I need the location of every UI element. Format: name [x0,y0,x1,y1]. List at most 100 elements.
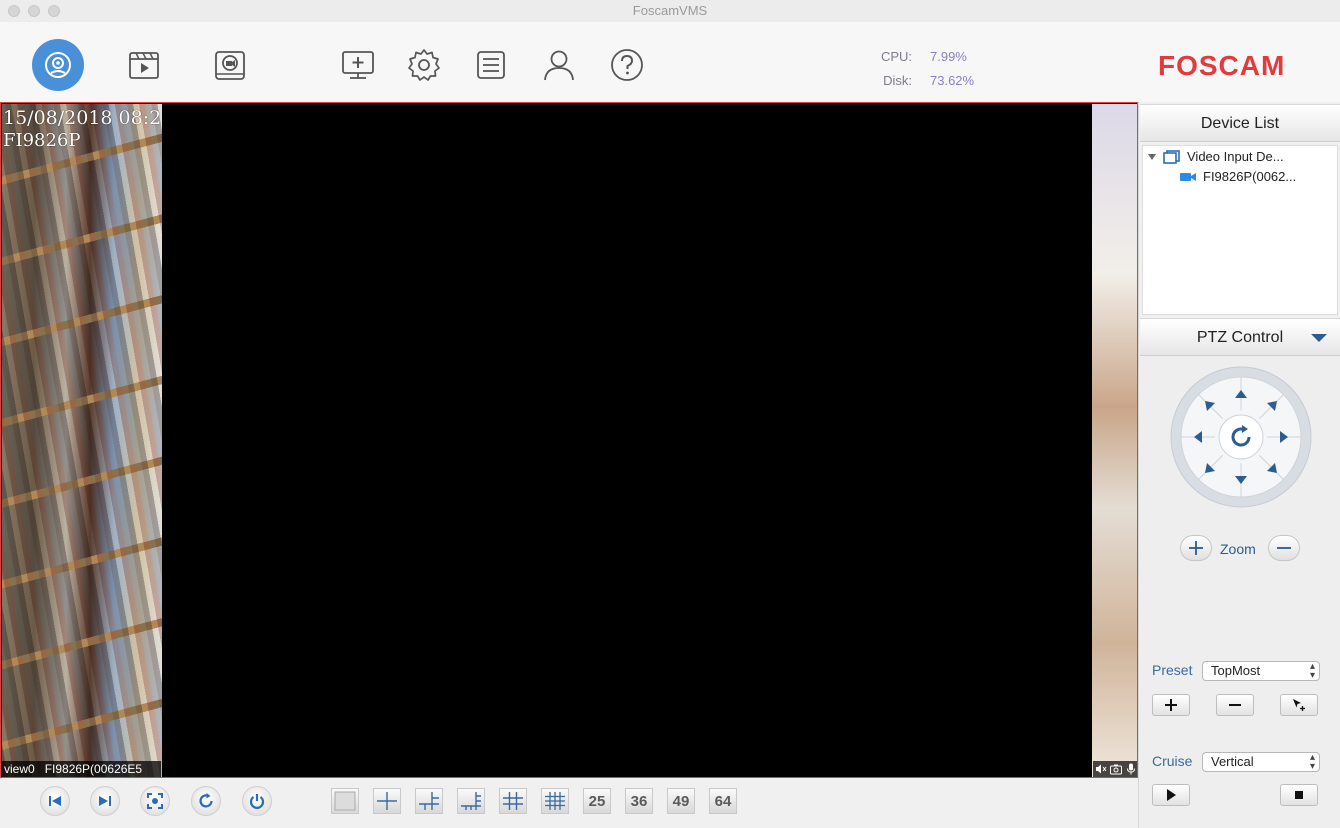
cpu-label: CPU: [880,49,912,64]
monitor-group-icon [1163,149,1180,164]
ptz-control-title: PTZ Control [1196,329,1284,346]
arrow-up-right-icon [1267,401,1277,411]
ptz-reset-button[interactable] [1225,421,1257,453]
layout-8-icon [461,792,481,810]
camera-feed-left [2,104,162,777]
expand-triangle-icon[interactable] [1147,152,1157,162]
window-title: FoscamVMS [632,3,708,18]
cruise-value: Vertical [1211,754,1254,769]
preset-value: TopMost [1211,663,1261,678]
tree-child-label: FI9826P(0062... [1203,169,1297,184]
ptz-right-button[interactable] [1272,425,1296,449]
device-list-header[interactable]: Device List [1140,104,1340,142]
microphone-icon[interactable] [1125,763,1137,775]
settings-button[interactable] [398,39,450,91]
add-device-button[interactable] [332,39,384,91]
previous-button[interactable] [40,786,70,816]
go-preset-button[interactable] [1280,694,1318,716]
ptz-up-right-button[interactable] [1260,394,1284,418]
live-view-button[interactable] [32,39,84,91]
record-icon [215,51,245,80]
layout-36-button[interactable]: 36 [625,788,653,814]
layout-25-button[interactable]: 25 [583,788,611,814]
ptz-left-button[interactable] [1186,425,1210,449]
view-label-bar: view0 FI9826P(00626E5 [1,761,161,777]
arrow-down-left-icon [1205,463,1215,473]
next-button[interactable] [90,786,120,816]
view-name: view0 [4,762,35,776]
layout-4-button[interactable] [373,788,401,814]
ptz-area: Zoom Preset TopMost ▴ ▾ Cruise Vertical ▴… [1140,356,1340,828]
playback-icon [129,52,159,79]
layout-8-button[interactable] [457,788,485,814]
preset-select[interactable]: TopMost ▴ ▾ [1202,661,1320,681]
play-icon [1167,789,1176,801]
log-icon [477,51,505,79]
minus-icon [1229,704,1241,706]
add-device-icon [342,51,374,79]
ptz-down-left-button[interactable] [1198,456,1222,480]
osd-datetime: 15/08/2018 08:2 [3,107,162,129]
zoom-label: Zoom [1220,541,1256,557]
view-controls [1093,761,1137,777]
fullscreen-button[interactable] [140,786,170,816]
tree-item-video-input[interactable]: Video Input De... [1147,149,1284,164]
arrow-up-left-icon [1205,401,1215,411]
stop-icon [1295,791,1303,799]
next-icon [99,796,111,806]
mute-icon[interactable] [1095,763,1107,775]
arrow-right-icon [1280,431,1288,443]
layout-16-icon [545,792,565,810]
user-button[interactable] [533,39,585,91]
help-button[interactable] [601,39,653,91]
zoom-window-button[interactable] [48,5,60,17]
cruise-stop-button[interactable] [1280,784,1318,806]
osd-camera-name: FI9826P [3,130,81,151]
cursor-plus-icon [1293,699,1305,711]
tree-root-label: Video Input De... [1187,149,1284,164]
playback-button[interactable] [118,39,170,91]
tree-item-camera[interactable]: FI9826P(0062... [1179,169,1296,184]
delete-preset-button[interactable] [1216,694,1254,716]
ptz-down-right-button[interactable] [1260,456,1284,480]
layout-64-button[interactable]: 64 [709,788,737,814]
foscam-vms-window: FoscamVMS CPU: 7.99% Disk: 73.62% FOSCAM… [0,0,1340,828]
cruise-play-button[interactable] [1152,784,1190,806]
zoom-in-button[interactable] [1180,535,1212,561]
disk-value: 73.62% [930,73,975,88]
bottom-bar: 25 36 49 64 [0,778,1138,828]
layout-49-button[interactable]: 49 [667,788,695,814]
collapse-arrow-icon[interactable] [1310,333,1328,343]
device-tree: Video Input De... FI9826P(0062... [1142,145,1338,315]
log-button[interactable] [465,39,517,91]
refresh-button[interactable] [191,786,221,816]
fullscreen-icon [147,793,163,809]
zoom-out-button[interactable] [1268,535,1300,561]
cruise-select[interactable]: Vertical ▴ ▾ [1202,752,1320,772]
rotate-icon [1231,425,1251,447]
ptz-up-left-button[interactable] [1198,394,1222,418]
video-view[interactable]: 15/08/2018 08:2 FI9826P view0 FI9826P(006… [0,102,1138,778]
minimize-window-button[interactable] [28,5,40,17]
arrow-left-icon [1194,431,1202,443]
layout-16-button[interactable] [541,788,569,814]
layout-9-icon [503,792,523,810]
arrow-down-icon [1235,476,1247,484]
live-view-icon [45,52,71,78]
layout-9-button[interactable] [499,788,527,814]
ptz-control-header[interactable]: PTZ Control [1140,318,1340,356]
layout-6-button[interactable] [415,788,443,814]
ptz-down-button[interactable] [1229,468,1253,492]
record-button[interactable] [204,39,256,91]
foscam-logo: FOSCAM [1158,50,1286,81]
close-window-button[interactable] [8,5,20,17]
snapshot-icon[interactable] [1109,763,1122,775]
power-button[interactable] [242,786,272,816]
camera-feed-right [1092,104,1137,777]
ptz-up-button[interactable] [1229,382,1253,406]
arrow-down-right-icon [1267,463,1277,473]
main-toolbar: CPU: 7.99% Disk: 73.62% FOSCAM [0,22,1340,102]
layout-1-button[interactable] [331,788,359,814]
select-arrows-icon: ▴ ▾ [1309,661,1315,681]
add-preset-button[interactable] [1152,694,1190,716]
